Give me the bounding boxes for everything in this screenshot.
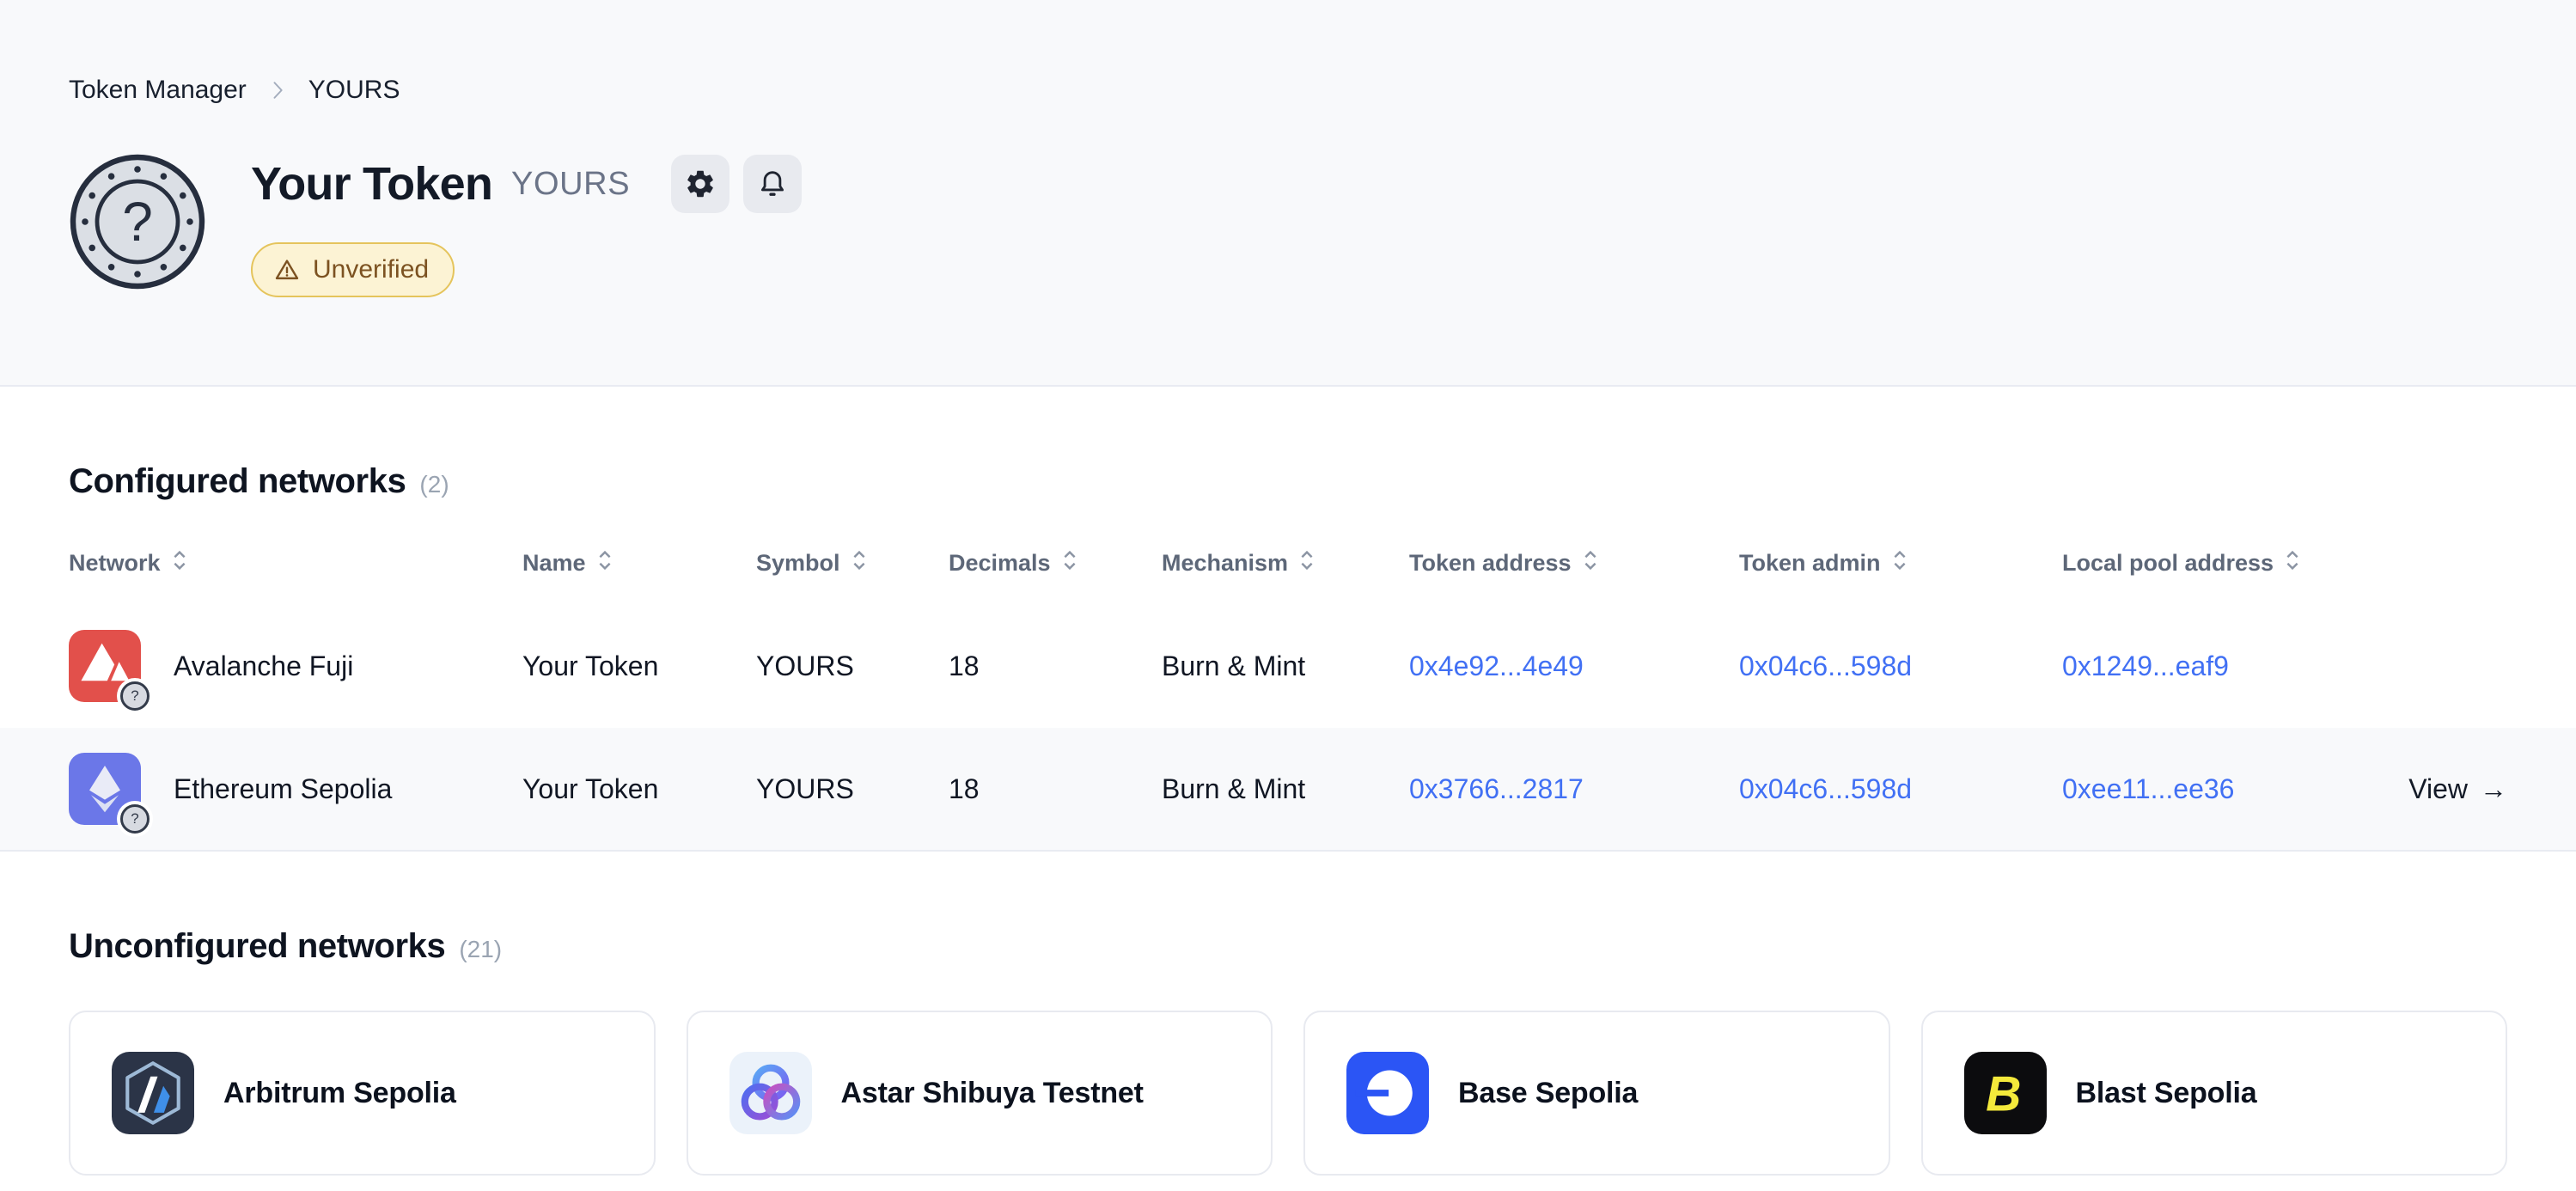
token-admin-link[interactable]: 0x04c6...598d — [1739, 773, 1912, 804]
local-pool-address-link[interactable]: 0xee11...ee36 — [2062, 773, 2234, 804]
view-link[interactable]: View → — [2372, 773, 2507, 805]
column-label: Token admin — [1739, 550, 1881, 577]
network-name: Avalanche Fuji — [174, 650, 353, 682]
sort-icon — [851, 547, 868, 579]
bell-icon — [756, 168, 789, 200]
column-label: Decimals — [949, 550, 1051, 577]
mechanism-cell: Burn & Mint — [1162, 650, 1409, 682]
column-header-token-address[interactable]: Token address — [1409, 547, 1739, 579]
token-manager-page: Token Manager YOURS ? — [0, 0, 2576, 1191]
configured-networks-count: (2) — [419, 471, 449, 498]
blast-icon-glyph: B — [1986, 1067, 2021, 1122]
network-cell: ? Ethereum Sepolia — [69, 753, 522, 825]
unconfigured-networks-title: Unconfigured networks — [69, 927, 445, 966]
base-icon — [1346, 1052, 1429, 1134]
token-header: ? Your Token YOURS — [69, 153, 2507, 297]
symbol-cell: YOURS — [756, 773, 949, 805]
sort-icon — [1298, 547, 1315, 579]
main-content: Configured networks (2) Network Name Sym… — [0, 462, 2576, 1176]
symbol-cell: YOURS — [756, 650, 949, 682]
column-header-symbol[interactable]: Symbol — [756, 547, 949, 579]
name-cell: Your Token — [522, 773, 756, 805]
network-card-blast-sepolia[interactable]: B Blast Sepolia — [1921, 1011, 2508, 1176]
network-card-base-sepolia[interactable]: Base Sepolia — [1303, 1011, 1890, 1176]
name-cell: Your Token — [522, 650, 756, 682]
network-card-label: Base Sepolia — [1458, 1077, 1638, 1110]
decimals-cell: 18 — [949, 773, 1162, 805]
breadcrumb-token-manager[interactable]: Token Manager — [69, 76, 247, 105]
unknown-token-badge-icon: ? — [120, 804, 150, 834]
network-card-label: Astar Shibuya Testnet — [841, 1077, 1144, 1110]
warning-icon — [273, 256, 301, 284]
table-header-row: Network Name Symbol Decimals Mechanism — [69, 522, 2507, 604]
question-mark-glyph: ? — [122, 191, 153, 253]
column-label: Name — [522, 550, 586, 577]
column-header-network[interactable]: Network — [69, 547, 522, 579]
configured-networks-title: Configured networks — [69, 462, 406, 501]
unknown-token-badge-icon: ? — [120, 681, 150, 711]
column-header-local-pool-address[interactable]: Local pool address — [2062, 547, 2372, 579]
network-card-label: Blast Sepolia — [2076, 1077, 2257, 1110]
gear-icon — [684, 168, 717, 200]
breadcrumb-current: YOURS — [308, 76, 400, 105]
sort-icon — [1061, 547, 1078, 579]
token-symbol: YOURS — [511, 166, 630, 203]
token-address-link[interactable]: 0x4e92...4e49 — [1409, 650, 1584, 681]
notifications-button[interactable] — [743, 155, 802, 213]
sort-icon — [1582, 547, 1599, 579]
column-label: Mechanism — [1162, 550, 1288, 577]
sort-icon — [171, 547, 188, 579]
status-badge: Unverified — [251, 242, 455, 297]
network-card-label: Arbitrum Sepolia — [223, 1077, 456, 1110]
column-header-name[interactable]: Name — [522, 547, 756, 579]
status-badge-label: Unverified — [313, 255, 429, 284]
view-link-label: View — [2408, 773, 2468, 805]
blast-icon: B — [1964, 1052, 2047, 1134]
network-cell: ? Avalanche Fuji — [69, 630, 522, 702]
decimals-cell: 18 — [949, 650, 1162, 682]
network-card-astar-shibuya-testnet[interactable]: Astar Shibuya Testnet — [687, 1011, 1273, 1176]
column-header-decimals[interactable]: Decimals — [949, 547, 1162, 579]
sort-icon — [1891, 547, 1908, 579]
unconfigured-networks-grid: Arbitrum Sepolia — [69, 1011, 2507, 1176]
configured-networks-heading: Configured networks (2) — [69, 462, 2507, 501]
unconfigured-networks-count: (21) — [459, 936, 502, 963]
column-label: Token address — [1409, 550, 1572, 577]
token-address-link[interactable]: 0x3766...2817 — [1409, 773, 1584, 804]
mechanism-cell: Burn & Mint — [1162, 773, 1409, 805]
breadcrumb: Token Manager YOURS — [69, 76, 2507, 105]
column-label: Local pool address — [2062, 550, 2274, 577]
column-header-mechanism[interactable]: Mechanism — [1162, 547, 1409, 579]
sort-icon — [596, 547, 613, 579]
arbitrum-icon — [112, 1052, 194, 1134]
settings-button[interactable] — [671, 155, 729, 213]
token-admin-link[interactable]: 0x04c6...598d — [1739, 650, 1912, 681]
column-label: Network — [69, 550, 161, 577]
table-row-avalanche-fuji[interactable]: ? Avalanche Fuji Your Token YOURS 18 Bur… — [69, 604, 2507, 728]
network-card-arbitrum-sepolia[interactable]: Arbitrum Sepolia — [69, 1011, 656, 1176]
table-row-ethereum-sepolia[interactable]: ? Ethereum Sepolia Your Token YOURS 18 B… — [0, 728, 2576, 852]
configured-networks-table: Network Name Symbol Decimals Mechanism — [69, 522, 2507, 852]
local-pool-address-link[interactable]: 0x1249...eaf9 — [2062, 650, 2229, 681]
token-avatar: ? — [69, 153, 206, 290]
unconfigured-networks-heading: Unconfigured networks (21) — [69, 927, 2507, 966]
arrow-right-icon: → — [2480, 773, 2507, 805]
network-name: Ethereum Sepolia — [174, 773, 392, 805]
column-header-token-admin[interactable]: Token admin — [1739, 547, 2062, 579]
page-title: Your Token — [251, 157, 492, 211]
sort-icon — [2284, 547, 2301, 579]
avalanche-icon: ? — [69, 630, 141, 702]
column-label: Symbol — [756, 550, 840, 577]
chevron-right-icon — [266, 78, 290, 102]
astar-icon — [729, 1052, 812, 1134]
page-header: Token Manager YOURS ? — [0, 0, 2576, 387]
ethereum-icon: ? — [69, 753, 141, 825]
